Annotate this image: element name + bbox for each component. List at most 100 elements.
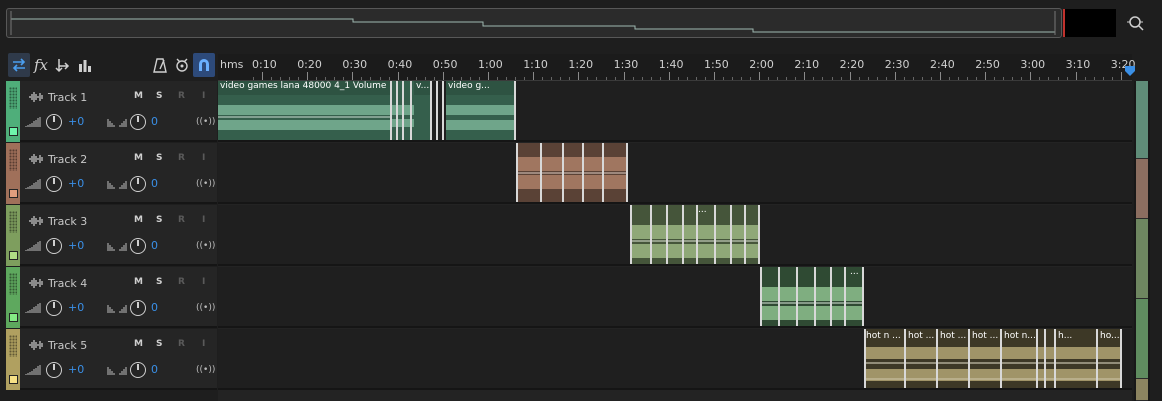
clip-boundary[interactable] [1054, 329, 1056, 388]
pan-value[interactable]: 0 [151, 301, 158, 314]
clip-boundary[interactable] [936, 329, 938, 388]
track-color-strip[interactable] [6, 81, 20, 142]
volume-knob[interactable] [46, 114, 62, 130]
record-arm-button[interactable]: R [178, 277, 185, 287]
clip-boundary[interactable] [396, 81, 398, 140]
clip-boundary[interactable] [402, 81, 404, 140]
snap-magnet-icon[interactable] [193, 53, 215, 77]
track-lane-5[interactable]: hot n ... hot ... hot ... hot ... hot n.… [218, 329, 1132, 390]
clip-boundary[interactable] [582, 143, 584, 202]
input-monitor-button[interactable]: I [202, 91, 205, 101]
mute-button[interactable]: M [134, 91, 143, 101]
record-arm-button[interactable]: R [178, 215, 185, 225]
track-name[interactable]: Track 5 [48, 339, 87, 352]
clip-boundary[interactable] [814, 267, 816, 326]
clip-boundary[interactable] [430, 81, 432, 140]
clip-boundary[interactable] [516, 143, 518, 202]
clip-boundary[interactable] [760, 267, 762, 326]
track-drag-grip[interactable] [9, 211, 17, 233]
clip-boundary[interactable] [410, 81, 412, 140]
clip-boundary[interactable] [436, 81, 438, 140]
input-monitor-button[interactable]: I [202, 277, 205, 287]
volume-value[interactable]: +0 [68, 363, 84, 376]
clip-boundary[interactable] [796, 267, 798, 326]
input-monitor-button[interactable]: I [202, 215, 205, 225]
vertical-scrollbar[interactable] [1134, 81, 1150, 401]
zoom-to-selection-icon[interactable] [1124, 12, 1148, 34]
track-color-swatch[interactable] [9, 251, 18, 260]
solo-button[interactable]: S [156, 215, 162, 225]
track-color-swatch[interactable] [9, 127, 18, 136]
punch-icon[interactable] [171, 53, 193, 77]
clip-boundary[interactable] [864, 329, 866, 388]
clip-track1-main[interactable]: video games lana 48000 4_1 Volume [218, 81, 390, 140]
fx-icon[interactable]: fx [30, 53, 52, 77]
clip-boundary[interactable] [778, 267, 780, 326]
clip-boundary[interactable] [744, 205, 746, 264]
clip-boundary[interactable] [1000, 329, 1002, 388]
metronome-icon[interactable] [149, 53, 171, 77]
clip-boundary[interactable] [1036, 329, 1038, 388]
clip-boundary[interactable] [830, 267, 832, 326]
record-arm-button[interactable]: R [178, 339, 185, 349]
track-lane-4[interactable]: ... [218, 267, 1132, 328]
clip-boundary[interactable] [696, 205, 698, 264]
pan-knob[interactable] [130, 300, 146, 316]
mute-button[interactable]: M [134, 277, 143, 287]
clip-boundary[interactable] [602, 143, 604, 202]
clip-boundary[interactable] [650, 205, 652, 264]
clip-boundary[interactable] [682, 205, 684, 264]
pan-value[interactable]: 0 [151, 177, 158, 190]
track-color-swatch[interactable] [9, 189, 18, 198]
track-name[interactable]: Track 2 [48, 153, 87, 166]
clip-boundary[interactable] [666, 205, 668, 264]
meter-icon[interactable] [74, 53, 96, 77]
clip-boundary[interactable] [1044, 329, 1046, 388]
pan-value[interactable]: 0 [151, 363, 158, 376]
track-name[interactable]: Track 3 [48, 215, 87, 228]
pan-value[interactable]: 0 [151, 239, 158, 252]
clip-boundary[interactable] [844, 267, 846, 326]
clip-track1-second[interactable]: video g... [446, 81, 514, 140]
mute-button[interactable]: M [134, 215, 143, 225]
clip-boundary[interactable] [1120, 329, 1122, 388]
clip-boundary[interactable] [540, 143, 542, 202]
output-routing-icon[interactable]: ((•)) [196, 303, 215, 313]
solo-button[interactable]: S [156, 91, 162, 101]
track-color-strip[interactable] [6, 267, 20, 328]
pan-knob[interactable] [130, 176, 146, 192]
solo-button[interactable]: S [156, 277, 162, 287]
track-name[interactable]: Track 4 [48, 277, 87, 290]
loop-swap-icon[interactable] [8, 53, 30, 77]
pan-knob[interactable] [130, 114, 146, 130]
output-routing-icon[interactable]: ((•)) [196, 117, 215, 127]
track-header-4[interactable]: Track 4 M S R I +0 0 ((•)) [6, 267, 217, 328]
pan-value[interactable]: 0 [151, 115, 158, 128]
clip-boundary[interactable] [862, 267, 864, 326]
clip-boundary[interactable] [442, 81, 444, 140]
track-drag-grip[interactable] [9, 87, 17, 109]
track-name[interactable]: Track 1 [48, 91, 87, 104]
clip-boundary[interactable] [1096, 329, 1098, 388]
volume-knob[interactable] [46, 362, 62, 378]
multitrack-timeline[interactable]: video games lana 48000 4_1 Volume v... v… [218, 81, 1132, 401]
track-header-1[interactable]: Track 1 M S R I +0 0 ((•)) [6, 81, 217, 142]
output-routing-icon[interactable]: ((•)) [196, 365, 215, 375]
clip-track4[interactable]: ... [760, 267, 862, 326]
pan-knob[interactable] [130, 362, 146, 378]
track-header-2[interactable]: Track 2 M S R I +0 0 ((•)) [6, 143, 217, 204]
track-header-3[interactable]: Track 3 M S R I +0 0 ((•)) [6, 205, 217, 266]
volume-knob[interactable] [46, 176, 62, 192]
input-monitor-button[interactable]: I [202, 339, 205, 349]
track-color-strip[interactable] [6, 143, 20, 204]
track-lane-1[interactable]: video games lana 48000 4_1 Volume v... v… [218, 81, 1132, 142]
clip-boundary[interactable] [714, 205, 716, 264]
volume-value[interactable]: +0 [68, 239, 84, 252]
track-lane-3[interactable]: ... [218, 205, 1132, 266]
pan-knob[interactable] [130, 238, 146, 254]
volume-knob[interactable] [46, 238, 62, 254]
send-icon[interactable] [52, 53, 74, 77]
volume-value[interactable]: +0 [68, 177, 84, 190]
output-routing-icon[interactable]: ((•)) [196, 179, 215, 189]
track-drag-grip[interactable] [9, 335, 17, 357]
